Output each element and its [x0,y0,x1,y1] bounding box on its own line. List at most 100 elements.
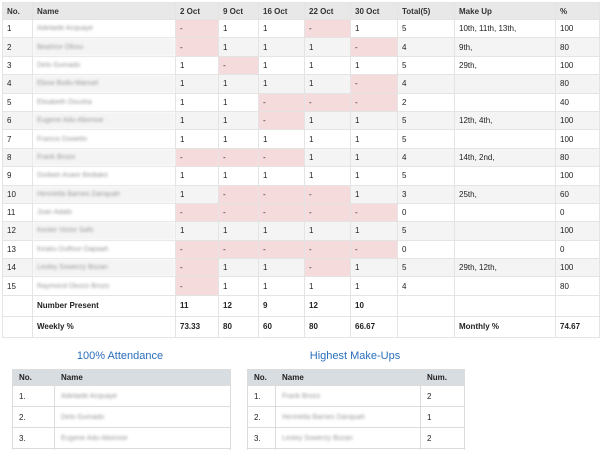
col-header-make-up: Make Up [454,2,556,20]
col-header-name: Name [275,369,421,386]
attendance-mark: 1 [258,55,305,76]
attendance-percent: 100 [555,221,600,241]
col-header-22-oct: 22 Oct [304,2,351,20]
attendance-mark: - [258,184,305,204]
full-attendance-row: 2. Delo Gumado [12,406,231,428]
monthly-percent: 74.67 [555,315,600,338]
attendance-rows: 1 Adelaide Acquaye -1 1-1 5 10th, 11th, 13th,… [2,18,600,296]
attendance-mark: 1 [350,166,398,186]
present-count: 10 [350,294,398,317]
col-header-9-oct: 9 Oct [218,2,259,20]
total-present: 0 [397,239,455,260]
footer-spacer [2,315,33,338]
attendance-mark: 1 [304,221,351,241]
student-name: Lesley Sowerzy Bozan [275,427,421,449]
makeup-row: 2. Henrietta Barnes Danquah 1 [247,406,465,428]
col-header-16-oct: 16 Oct [258,2,305,20]
present-count: 12 [304,294,351,317]
make-up-dates [454,276,556,296]
student-name: Raymond Okozo Brozo [32,276,176,296]
student-row: 4 Ebow Bodu-Manuel 1 1 1 1-4 80 [2,74,600,94]
attendance-mark: 1 [350,221,398,241]
attendance-mark: 1 [218,92,259,112]
attendance-mark: - [175,258,219,278]
student-name: Beatrice Ofosu [32,37,176,57]
attendance-mark: - [350,202,398,223]
total-present: 0 [397,202,455,223]
student-row: 9 Godwin Asare Bediako 1 1 1 1 1 5 100 [2,166,600,186]
student-number: 13 [2,239,33,260]
makeup-count: 1 [420,406,465,428]
full-attendance-row: 3. Eugene Adu-Aborose [12,427,231,449]
attendance-mark: 1 [350,147,398,168]
make-up-dates [454,239,556,260]
student-row: 2 Beatrice Ofosu -1 1 1-4 9th, 80 [2,37,600,57]
weekly-percent: 80 [304,315,351,338]
attendance-mark: - [258,92,305,112]
footer-spacer [397,294,455,317]
attendance-mark: - [350,239,398,260]
footer-spacer [555,294,600,317]
make-up-dates [454,92,556,112]
attendance-mark: 1 [350,55,398,76]
makeups-header-row: No. Name Num. [247,369,465,386]
make-up-dates: 25th, [454,184,556,204]
attendance-mark: 1 [218,166,259,186]
attendance-mark: 1 [258,18,305,39]
present-count: 9 [258,294,305,317]
make-up-dates [454,221,556,241]
make-up-dates: 14th, 2nd, [454,147,556,168]
attendance-mark: 1 [350,258,398,278]
student-name: Lesley Sowerzy Bozan [32,258,176,278]
attendance-mark: - [304,18,351,39]
col-header-2-oct: 2 Oct [175,2,219,20]
attendance-table: No. Name 2 Oct 9 Oct 16 Oct 22 Oct 30 Oc… [2,2,600,338]
weekly-percent-row: Weekly % 73.33 80 60 80 66.67 Monthly % … [2,315,600,338]
student-number: 10 [2,184,33,204]
student-name: Henrietta Barnes Danquah [32,184,176,204]
student-row: 10 Henrietta Barnes Danquah 1- - -1 3 25th, 60 [2,184,600,204]
attendance-percent: 40 [555,92,600,112]
student-number: 9 [2,166,33,186]
attendance-percent: 100 [555,166,600,186]
student-row: 1 Adelaide Acquaye -1 1-1 5 10th, 11th, 13th,… [2,18,600,39]
attendance-mark: 1 [175,110,219,131]
student-name: Frank Brozo [32,147,176,168]
col-header-percent: % [555,2,600,20]
makeups-table: No. Name Num. 1. Frank Brozo 2 2. Henrietta … [247,369,465,450]
student-number: 11 [2,202,33,223]
attendance-mark: 1 [304,74,351,94]
attendance-mark: 1 [218,74,259,94]
monthly-percent-label: Monthly % [454,315,556,338]
student-row: 7 Francis Dowetin 1 1 1 1 1 5 100 [2,129,600,149]
student-name: Adelaide Acquaye [54,385,231,407]
row-number: 2. [247,406,276,428]
attendance-percent: 100 [555,110,600,131]
col-header-name: Name [54,369,231,386]
student-row: 12 Kester Victor Safo 1 1 1 1 1 5 100 [2,221,600,241]
attendance-mark: - [218,239,259,260]
attendance-mark: - [218,184,259,204]
total-present: 5 [397,55,455,76]
attendance-mark: 1 [304,110,351,131]
col-header-no: No. [2,2,33,20]
make-up-dates: 10th, 11th, 13th, [454,18,556,39]
student-name: Kiraku Duffour-Dapaah [32,239,176,260]
total-present: 5 [397,110,455,131]
attendance-mark: 1 [258,258,305,278]
student-row: 15 Raymond Okozo Brozo -1 1 1 1 4 80 [2,276,600,296]
make-up-dates [454,166,556,186]
attendance-mark: - [175,18,219,39]
total-present: 4 [397,37,455,57]
attendance-percent: 80 [555,74,600,94]
attendance-mark: - [350,92,398,112]
attendance-mark: 1 [304,276,351,296]
attendance-mark: 1 [218,18,259,39]
makeup-count: 2 [420,385,465,407]
total-present: 4 [397,276,455,296]
attendance-mark: 1 [218,258,259,278]
make-up-dates [454,74,556,94]
attendance-mark: 1 [218,37,259,57]
student-name: Elisabeth Osusha [32,92,176,112]
attendance-mark: - [258,147,305,168]
